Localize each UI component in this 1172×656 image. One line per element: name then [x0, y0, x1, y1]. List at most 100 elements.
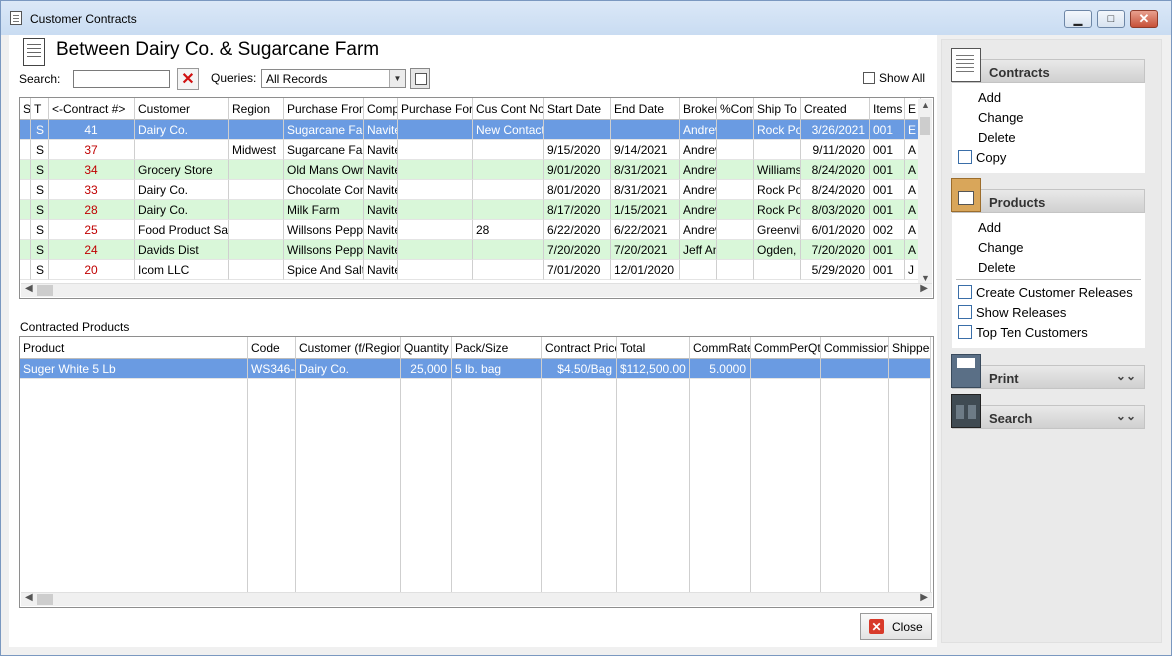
products-grid[interactable]: Product Code Customer (f/Region Quantity Pac… — [19, 336, 934, 608]
show-all-checkbox[interactable]: Show All — [863, 71, 925, 85]
table-cell — [398, 200, 473, 220]
table-cell: S — [31, 240, 49, 260]
column-header[interactable]: Customer — [135, 98, 229, 120]
table-row[interactable]: S34Grocery Store Old Mans OwnNavitec 9/01/… — [20, 160, 921, 180]
scroll-left-icon[interactable]: ◀ — [25, 592, 33, 603]
table-row[interactable]: S33Dairy Co. Chocolate CompanyNavitec 8/01… — [20, 180, 921, 200]
column-header[interactable]: Contract Price — [542, 337, 617, 359]
column-header[interactable]: Created — [801, 98, 870, 120]
scroll-thumb[interactable] — [37, 594, 53, 605]
scroll-right-icon[interactable]: ▶ — [920, 592, 928, 603]
chevron-down-icon[interactable]: ▼ — [389, 70, 405, 87]
contract-document-icon — [23, 38, 45, 66]
checkbox-icon[interactable] — [863, 72, 875, 84]
scroll-thumb[interactable] — [37, 285, 53, 296]
top-ten-customers-link[interactable]: Top Ten Customers — [952, 322, 1145, 342]
scroll-right-icon[interactable]: ▶ — [920, 283, 928, 294]
search-input[interactable] — [73, 70, 170, 88]
column-header[interactable]: Product — [20, 337, 248, 359]
products-change-link[interactable]: Change — [952, 237, 1145, 257]
table-row[interactable]: S37 MidwestSugarcane FarmNavitec 9/15/2020… — [20, 140, 921, 160]
minimize-button[interactable]: ▁ — [1064, 10, 1092, 28]
divider — [956, 279, 1141, 280]
table-row[interactable]: S24Davids Dist Willsons PepperNavitec 7/20… — [20, 240, 921, 260]
close-x-icon: ✕ — [869, 619, 884, 634]
queries-select[interactable]: All Records ▼ — [261, 69, 406, 88]
column-header[interactable]: Shipped — [889, 337, 931, 359]
printer-icon — [951, 354, 981, 388]
contracts-add-link[interactable]: Add — [952, 87, 1145, 107]
column-header[interactable]: Ship To — [754, 98, 801, 120]
table-cell: 6/22/2020 — [544, 220, 611, 240]
scroll-thumb[interactable] — [920, 117, 930, 135]
table-cell: Williamston — [754, 160, 801, 180]
column-header[interactable]: Comp — [364, 98, 398, 120]
search-group-header[interactable]: Search ⌄⌄ — [951, 394, 1145, 429]
contracts-vertical-scrollbar[interactable]: ▲ ▼ — [918, 99, 932, 284]
column-header[interactable]: S — [20, 98, 31, 120]
table-cell: Andrew — [680, 220, 717, 240]
contracts-group-header[interactable]: Contracts — [951, 48, 1145, 83]
clear-search-button[interactable]: ✕ — [177, 68, 199, 90]
table-row[interactable]: S20Icom LLC Spice And SaltNavitec 7/01/202… — [20, 260, 921, 280]
column-header[interactable]: Purchase For — [398, 98, 473, 120]
scroll-up-icon[interactable]: ▲ — [921, 100, 930, 110]
contracts-horizontal-scrollbar[interactable]: ◀ ▶ — [21, 283, 932, 297]
column-header[interactable]: CommRate — [690, 337, 751, 359]
contract-document-icon — [951, 48, 981, 82]
products-add-link[interactable]: Add — [952, 217, 1145, 237]
search-label: Search: — [19, 72, 61, 86]
column-header[interactable]: Cus Cont No — [473, 98, 544, 120]
column-header[interactable]: Commission — [821, 337, 889, 359]
table-cell — [229, 260, 284, 280]
table-cell: Suger White 5 Lb — [20, 359, 248, 379]
column-header[interactable]: %Com — [717, 98, 754, 120]
expand-chevron-icon[interactable]: ⌄⌄ — [1116, 409, 1136, 423]
table-cell: Jeff Anders — [680, 240, 717, 260]
column-header[interactable]: End Date — [611, 98, 680, 120]
column-header[interactable]: Total — [617, 337, 690, 359]
table-cell — [20, 160, 31, 180]
create-customer-releases-label: Create Customer Releases — [976, 284, 1133, 300]
empty-cell — [751, 379, 821, 593]
scroll-down-icon[interactable]: ▼ — [921, 273, 930, 283]
products-delete-link[interactable]: Delete — [952, 257, 1145, 277]
contracts-grid[interactable]: S T <-Contract #> Customer Region Purchase Fr… — [19, 97, 934, 299]
products-group-header[interactable]: Products — [951, 178, 1145, 213]
column-header[interactable]: CommPerQty — [751, 337, 821, 359]
contracts-change-link[interactable]: Change — [952, 107, 1145, 127]
save-query-button[interactable] — [410, 68, 430, 89]
column-header[interactable]: Code — [248, 337, 296, 359]
column-header[interactable]: Quantity — [401, 337, 452, 359]
contracts-delete-link[interactable]: Delete — [952, 127, 1145, 147]
table-cell: Milk Farm — [284, 200, 364, 220]
table-cell: S — [31, 260, 49, 280]
products-horizontal-scrollbar[interactable]: ◀ ▶ — [21, 592, 932, 606]
expand-chevron-icon[interactable]: ⌄⌄ — [1116, 369, 1136, 383]
table-row[interactable]: S41Dairy Co. Sugarcane FarmNavitec New Con… — [20, 120, 921, 140]
column-header[interactable]: Broker — [680, 98, 717, 120]
column-header[interactable]: Pack/Size — [452, 337, 542, 359]
column-header[interactable]: Customer (f/Region — [296, 337, 401, 359]
column-header[interactable]: T — [31, 98, 49, 120]
maximize-button[interactable]: □ — [1097, 10, 1125, 28]
column-header[interactable]: Start Date — [544, 98, 611, 120]
close-button[interactable]: ✕ Close — [860, 613, 932, 640]
contracts-copy-link[interactable]: Copy — [952, 147, 1145, 167]
column-header[interactable]: Items — [870, 98, 905, 120]
table-row[interactable]: S25Food Product Sales Willsons PepperNavi… — [20, 220, 921, 240]
table-cell: 12/01/2020 — [611, 260, 680, 280]
window-close-button[interactable]: ✕ — [1130, 10, 1158, 28]
column-header[interactable]: <-Contract #> — [49, 98, 135, 120]
column-header[interactable]: Region — [229, 98, 284, 120]
column-header[interactable]: Purchase From — [284, 98, 364, 120]
create-customer-releases-link[interactable]: Create Customer Releases — [952, 282, 1145, 302]
table-cell: 5/29/2020 — [801, 260, 870, 280]
print-group-header[interactable]: Print ⌄⌄ — [951, 354, 1145, 389]
scroll-left-icon[interactable]: ◀ — [25, 283, 33, 294]
table-row[interactable]: Suger White 5 LbWS346-4Dairy Co.25,0005 … — [20, 359, 931, 379]
show-releases-link[interactable]: Show Releases — [952, 302, 1145, 322]
table-cell: S — [31, 160, 49, 180]
table-cell: Andrew — [680, 120, 717, 140]
table-row[interactable]: S28Dairy Co. Milk FarmNavitec 8/17/20201/1… — [20, 200, 921, 220]
